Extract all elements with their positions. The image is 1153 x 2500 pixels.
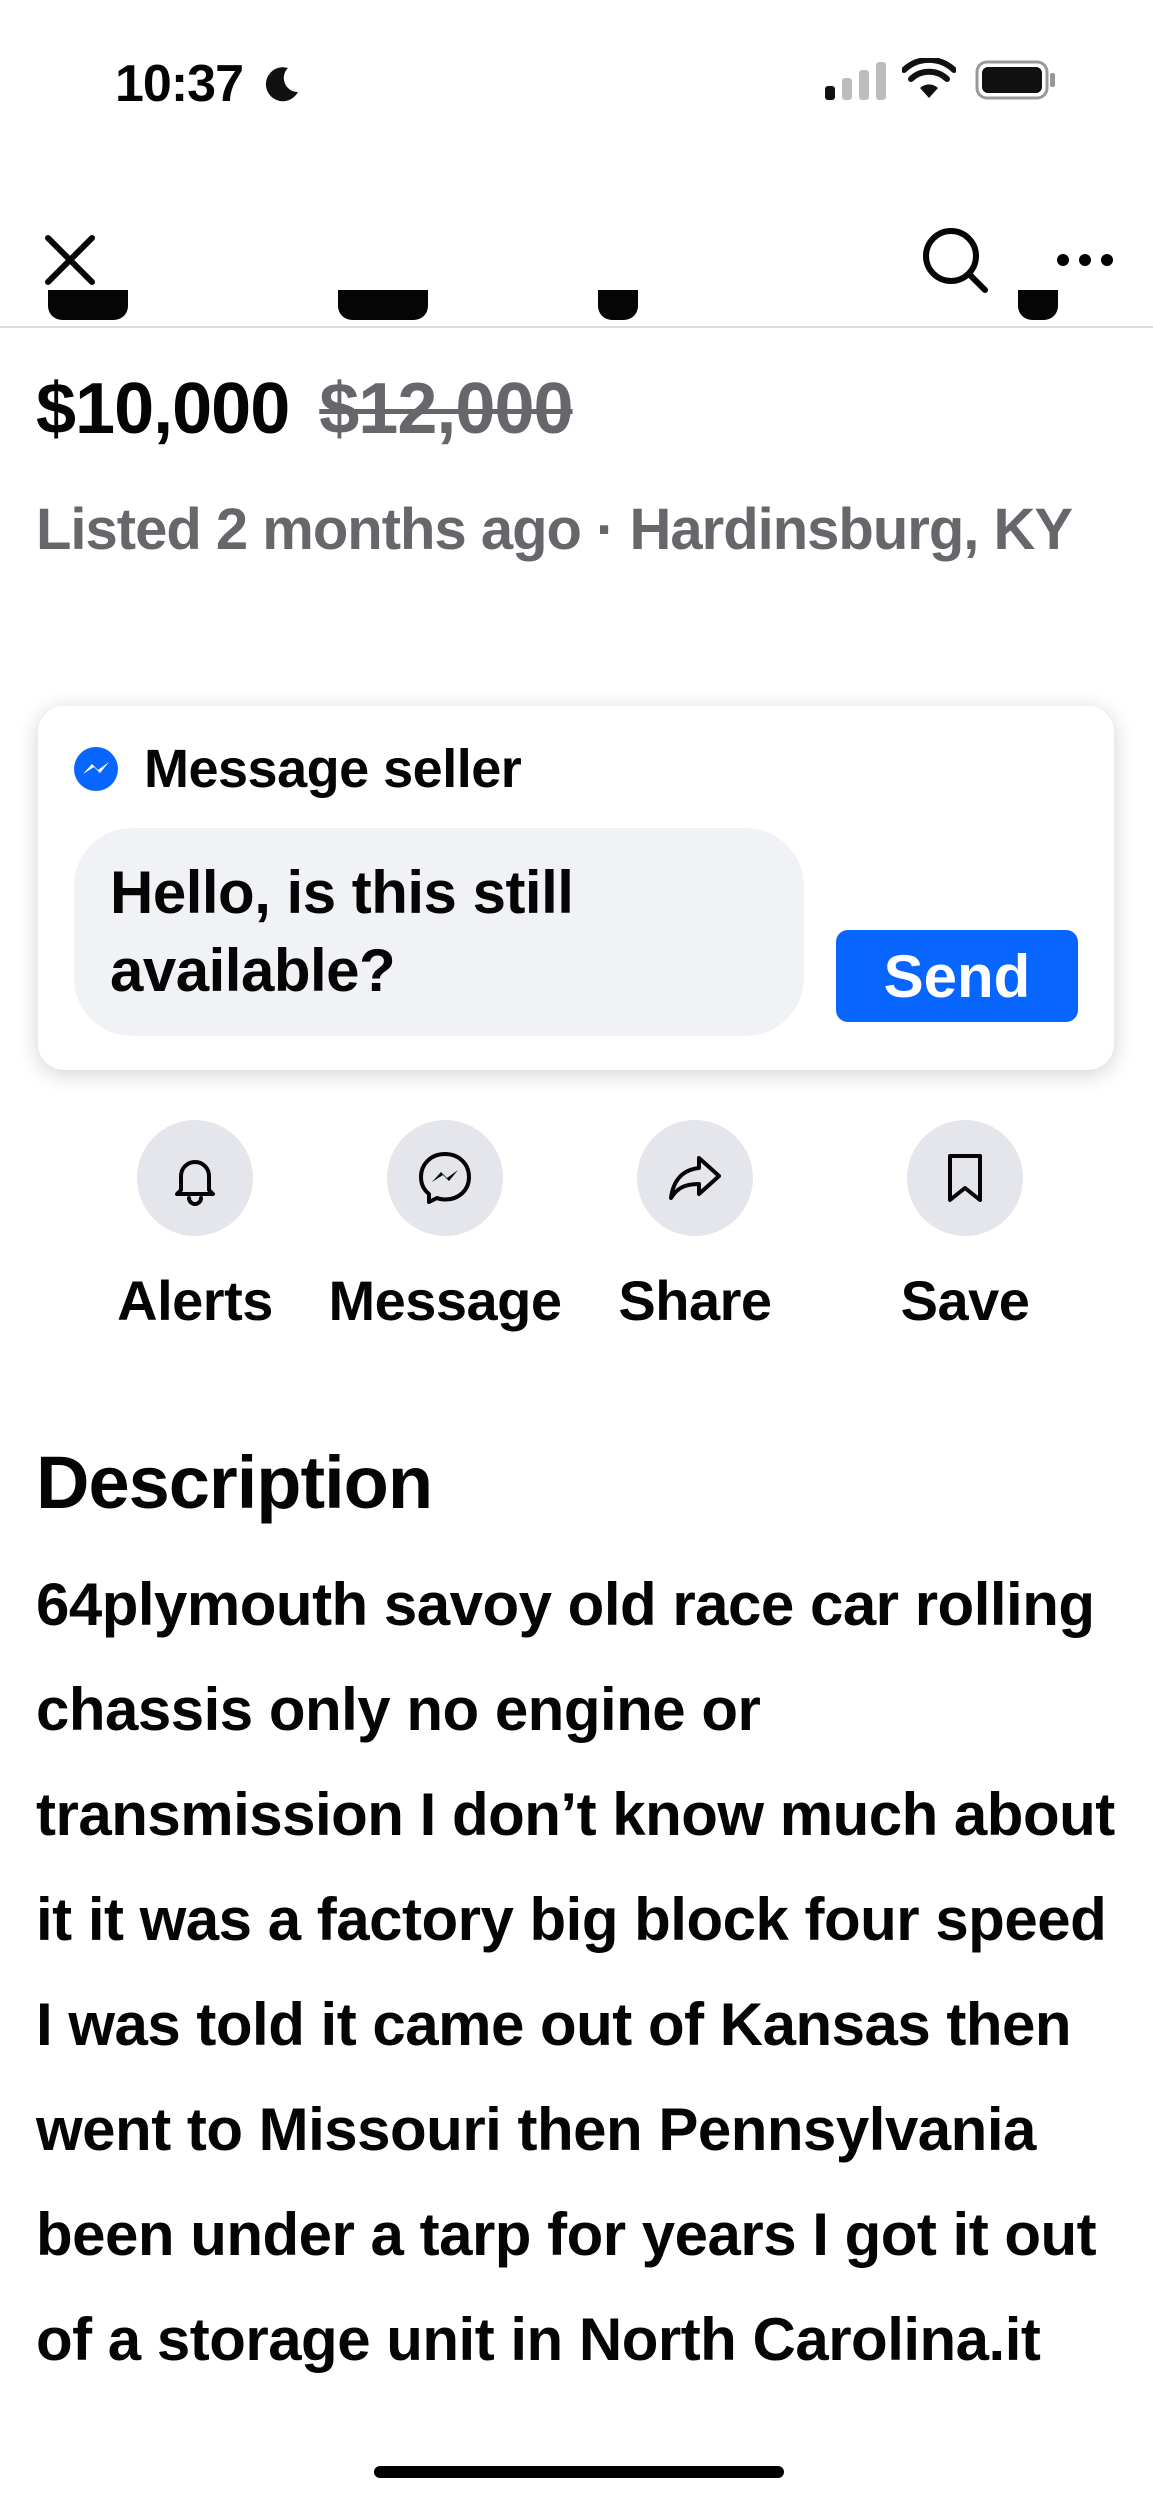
save-circle[interactable] bbox=[907, 1120, 1023, 1236]
home-indicator[interactable] bbox=[374, 2466, 784, 2478]
share-circle[interactable] bbox=[637, 1120, 753, 1236]
alerts-circle[interactable] bbox=[137, 1120, 253, 1236]
status-time: 10:37 bbox=[115, 55, 244, 113]
cellular-signal-icon bbox=[825, 62, 886, 100]
messenger-icon bbox=[74, 747, 118, 791]
message-seller-card: Message seller Hello, is this still avai… bbox=[38, 706, 1114, 1070]
moon-icon bbox=[265, 67, 298, 102]
description-heading: Description bbox=[36, 1441, 433, 1524]
message-input[interactable]: Hello, is this still available? bbox=[74, 828, 804, 1036]
listing-title-partial bbox=[38, 290, 1078, 328]
message-seller-header: Message seller bbox=[72, 738, 522, 800]
search-icon bbox=[923, 228, 988, 293]
message-circle[interactable] bbox=[387, 1120, 503, 1236]
alerts-label: Alerts bbox=[117, 1269, 273, 1332]
save-button[interactable]: Save bbox=[830, 1120, 1100, 1333]
action-buttons: Alerts Message Share Save bbox=[60, 1120, 1100, 1340]
save-label: Save bbox=[900, 1269, 1030, 1332]
status-bar: 10:37 bbox=[0, 0, 1153, 160]
description-text: 64plymouth savoy old race car rolling ch… bbox=[36, 1571, 1115, 2373]
bookmark-icon bbox=[948, 1154, 982, 1202]
message-label: Message bbox=[328, 1269, 562, 1332]
price-row: $10,000 $12,000 bbox=[36, 368, 574, 450]
share-label: Share bbox=[618, 1269, 772, 1332]
close-icon bbox=[45, 235, 95, 285]
message-button[interactable]: Message bbox=[310, 1120, 580, 1333]
messenger-outline-icon bbox=[419, 1152, 471, 1204]
message-seller-heading: Message seller bbox=[144, 739, 522, 799]
battery-icon bbox=[975, 60, 1055, 100]
original-price: $12,000 bbox=[319, 369, 573, 449]
more-icon bbox=[1057, 254, 1113, 266]
bell-icon bbox=[175, 1160, 215, 1206]
share-button[interactable]: Share bbox=[560, 1120, 830, 1333]
alerts-button[interactable]: Alerts bbox=[60, 1120, 330, 1333]
listing-meta: Listed 2 months ago · Hardinsburg, KY bbox=[36, 497, 1073, 562]
wifi-icon bbox=[902, 58, 956, 98]
share-icon bbox=[669, 1156, 721, 1200]
send-button[interactable]: Send bbox=[836, 930, 1078, 1022]
close-button[interactable] bbox=[30, 220, 110, 300]
price: $10,000 bbox=[36, 369, 290, 449]
more-options-button[interactable] bbox=[1040, 220, 1130, 300]
